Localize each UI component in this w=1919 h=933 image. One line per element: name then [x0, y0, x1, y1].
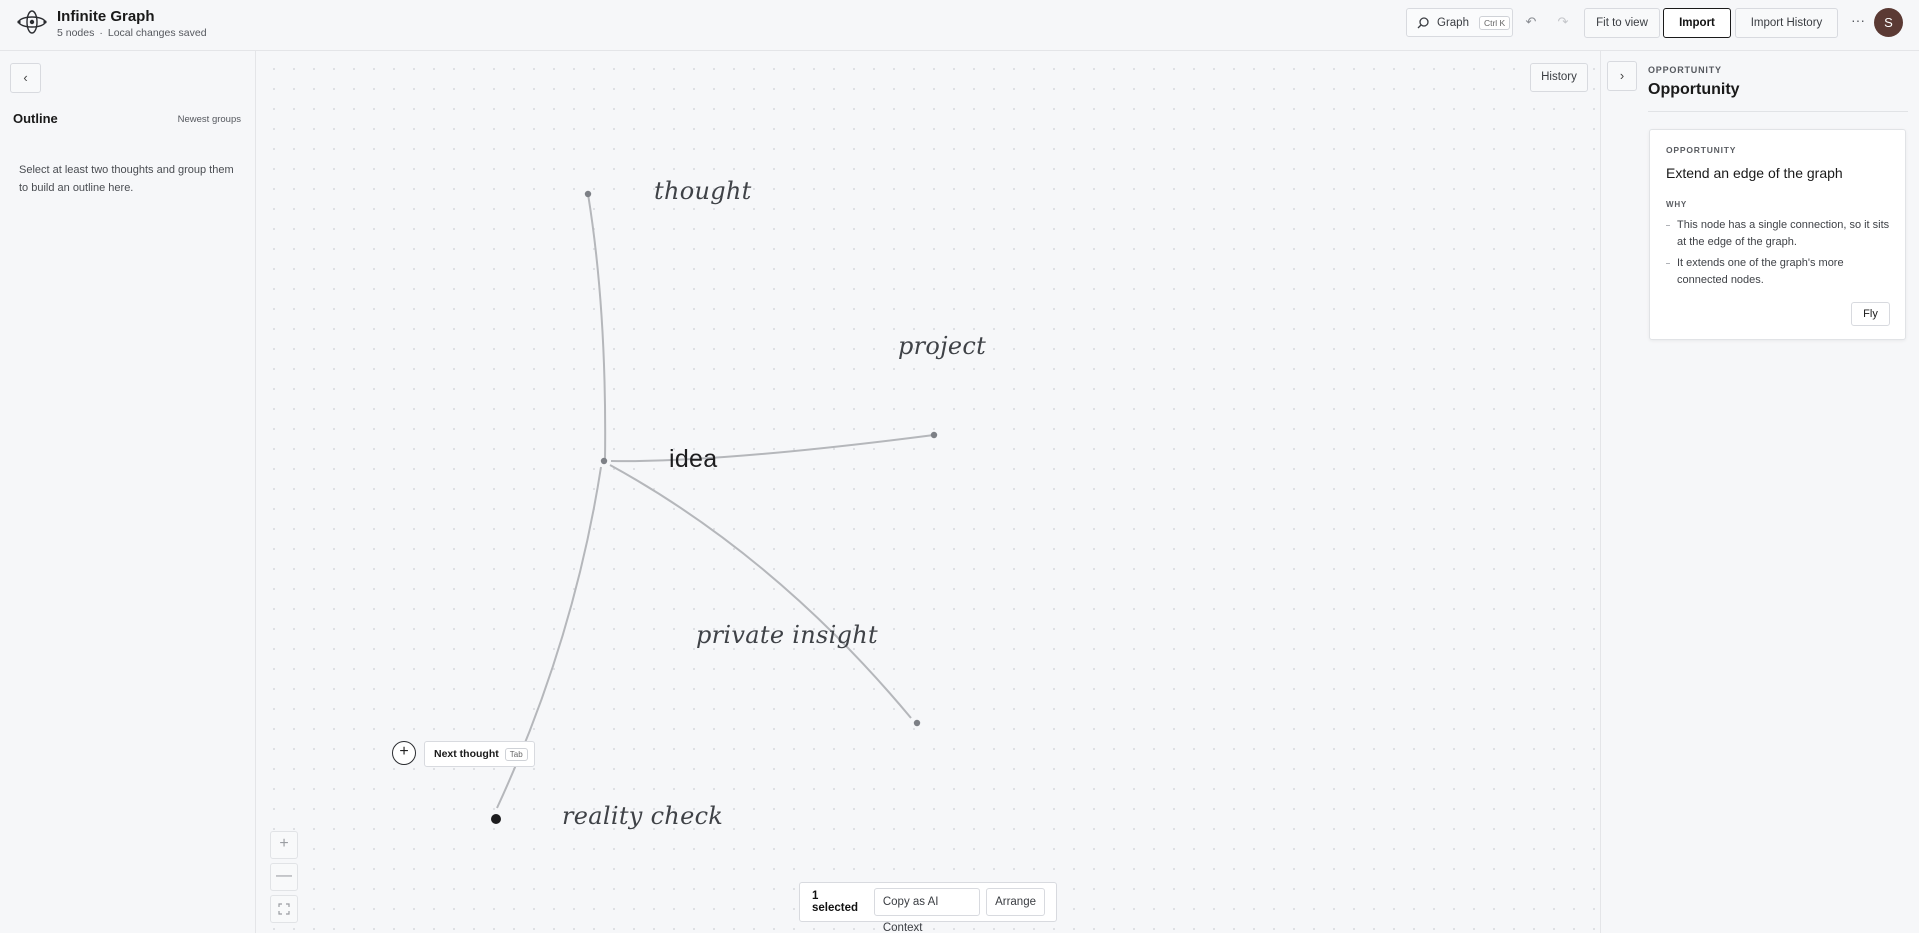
edge-idea-private-insight [609, 464, 912, 719]
node-dot-project [930, 431, 938, 439]
collapse-outline-button[interactable]: ‹ [10, 63, 41, 93]
node-reality-check[interactable]: reality check [562, 802, 723, 830]
node-dot-private-insight [913, 719, 921, 727]
expand-icon [278, 903, 290, 915]
reason-item: This node has a single connection, so it… [1666, 217, 1896, 251]
import-history-button[interactable]: Import History [1735, 8, 1838, 38]
search-icon [1417, 16, 1429, 28]
redo-icon: ↷ [1557, 14, 1569, 29]
node-idea[interactable]: idea [669, 445, 717, 474]
card-eyebrow: OPPORTUNITY [1666, 145, 1737, 155]
node-thought[interactable]: thought [654, 177, 752, 205]
status-separator: · [99, 27, 103, 39]
arrange-button[interactable]: Arrange [986, 888, 1045, 916]
reason-item: It extends one of the graph's more conne… [1666, 255, 1896, 289]
search-shortcut: Ctrl K [1478, 15, 1511, 30]
inspector-panel: › OPPORTUNITY Opportunity OPPORTUNITY Ex… [1600, 51, 1919, 933]
fly-button[interactable]: Fly [1851, 302, 1890, 326]
edge-idea-thought [587, 193, 607, 462]
reason-list: This node has a single connection, so it… [1666, 217, 1896, 293]
collapse-inspector-button[interactable]: › [1607, 61, 1637, 91]
history-button[interactable]: History [1530, 63, 1588, 92]
graph-status: 5 nodes · Local changes saved [57, 27, 207, 39]
search-button[interactable]: Graph Ctrl K [1406, 8, 1513, 37]
redo-button[interactable]: ↷ [1553, 12, 1573, 32]
node-project[interactable]: project [898, 332, 986, 360]
add-thought-button[interactable]: + [392, 741, 416, 765]
copy-ai-context-button[interactable]: Copy as AI Context [873, 888, 981, 933]
app-title: Infinite Graph [57, 8, 155, 25]
graph-canvas[interactable]: thought project idea private insight rea… [256, 51, 1600, 933]
next-thought-label: Next thought [434, 748, 499, 760]
next-thought-shortcut: Tab [504, 747, 528, 761]
next-thought-button[interactable]: Next thought Tab [424, 741, 535, 767]
import-button[interactable]: Import [1663, 8, 1731, 38]
undo-button[interactable]: ↶ [1521, 12, 1541, 32]
card-title: Extend an edge of the graph [1666, 165, 1843, 181]
inspector-divider [1648, 111, 1908, 112]
outline-title: Outline [13, 111, 58, 126]
node-count: 5 nodes [57, 27, 95, 39]
node-dot-idea [600, 457, 608, 465]
save-status: Local changes saved [107, 27, 207, 39]
node-dot-reality-check [491, 814, 501, 824]
edge-idea-project [610, 434, 935, 463]
node-private-insight[interactable]: private insight [696, 621, 878, 649]
more-menu-button[interactable]: ··· [1848, 12, 1868, 32]
card-why-label: WHY [1666, 200, 1688, 209]
opportunity-card: OPPORTUNITY Extend an edge of the graph … [1649, 129, 1906, 340]
app-logo-icon [17, 10, 47, 34]
zoom-out-button[interactable]: — [270, 863, 298, 891]
user-avatar[interactable]: S [1874, 8, 1903, 37]
outline-sort-toggle[interactable]: Newest groups [178, 114, 241, 125]
search-label: Graph [1437, 16, 1469, 29]
node-dot-thought [584, 190, 592, 198]
fit-to-view-button[interactable]: Fit to view [1584, 8, 1660, 38]
undo-icon: ↶ [1525, 14, 1537, 29]
outline-panel: ‹ Outline Newest groups Select at least … [0, 51, 256, 933]
inspector-eyebrow: OPPORTUNITY [1648, 65, 1722, 75]
inspector-title: Opportunity [1648, 81, 1740, 98]
zoom-in-button[interactable]: + [270, 831, 298, 859]
graph-edges [491, 190, 938, 824]
selection-count: 1 selected [812, 890, 859, 914]
top-bar: Infinite Graph 5 nodes · Local changes sav… [0, 0, 1919, 51]
selection-toolbar: 1 selected Copy as AI Context Arrange [799, 882, 1057, 933]
fit-canvas-button[interactable] [270, 895, 298, 923]
outline-empty-state: Select at least two thoughts and group t… [19, 164, 234, 194]
